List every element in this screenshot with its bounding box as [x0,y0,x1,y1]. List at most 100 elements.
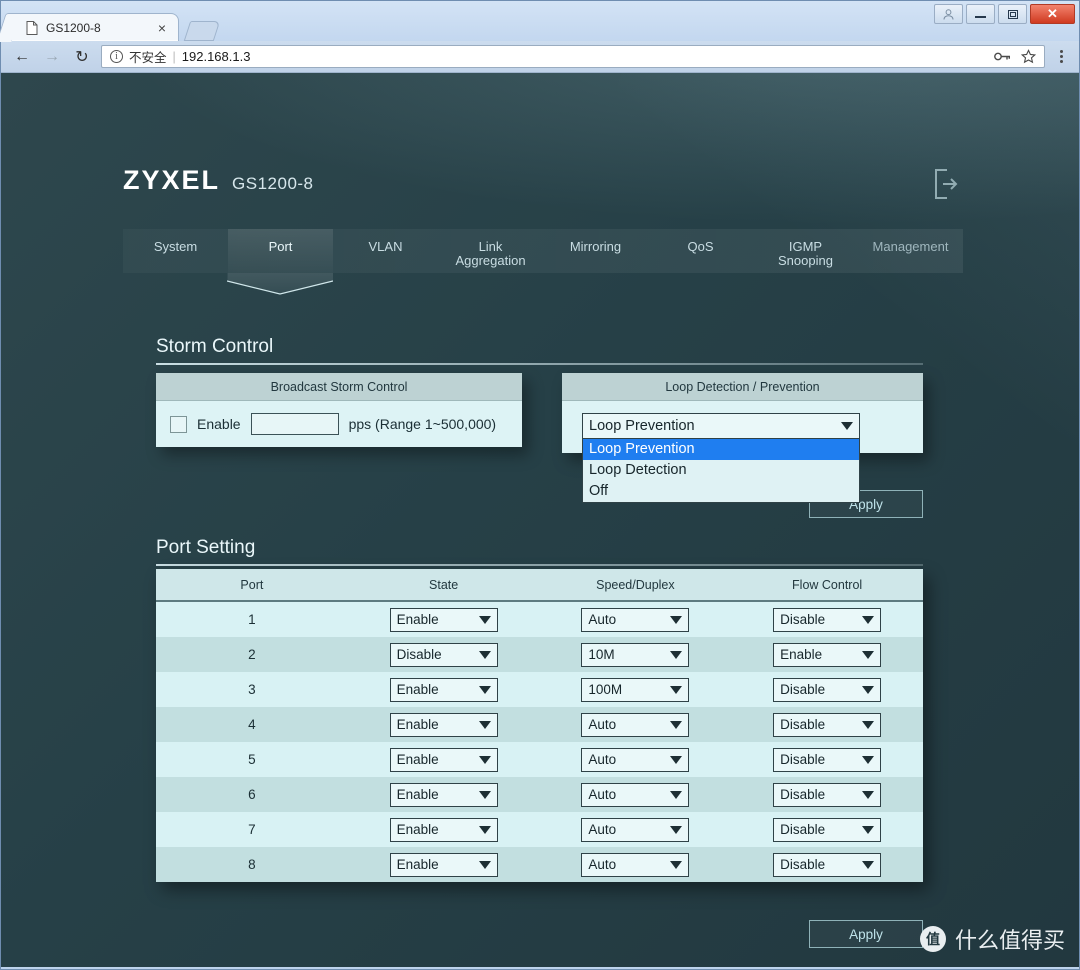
table-row: 5 Enable Auto Disable [156,742,923,777]
back-button[interactable]: ← [11,46,33,68]
port-state-select[interactable]: Disable [389,642,498,667]
maximize-button[interactable] [998,4,1027,24]
port-state-select[interactable]: Enable [389,677,498,702]
broadcast-pps-range-label: pps (Range 1~500,000) [348,416,497,432]
tab-title: GS1200-8 [46,20,101,35]
loop-mode-option-loop-detection[interactable]: Loop Detection [583,460,859,481]
loop-mode-option-off[interactable]: Off [583,481,859,502]
port-setting-table: Port State Speed/Duplex Flow Control 1 E… [156,569,923,882]
chevron-down-icon [670,720,683,729]
info-icon[interactable]: i [110,50,123,63]
broadcast-storm-control-panel: Broadcast Storm Control Enable pps (Rang… [156,373,522,447]
port-flow-select[interactable]: Disable [773,817,882,842]
url-text[interactable]: 192.168.1.3 [182,49,251,64]
port-state-select[interactable]: Enable [389,782,498,807]
security-warning-label: 不安全 [129,51,167,65]
port-flow-value: Disable [780,612,826,627]
watermark-badge: 值 [919,926,946,952]
chevron-down-icon [670,685,683,694]
key-icon[interactable] [994,50,1011,63]
nav-tab-mirroring[interactable]: Mirroring [543,229,648,273]
port-speed-select[interactable]: Auto [581,712,690,737]
port-speed-select[interactable]: Auto [581,747,690,772]
nav-tab-vlan[interactable]: VLAN [333,229,438,273]
new-tab-button[interactable] [183,21,221,41]
browser-window: GS1200-8 × ✕ ← → ↻ i 不安全 | 192.168.1.3 Z… [0,0,1080,970]
port-flow-select[interactable]: Disable [773,852,882,877]
chevron-down-icon [862,825,875,834]
broadcast-enable-checkbox[interactable] [170,415,187,433]
port-number: 2 [248,647,256,662]
port-flow-value: Enable [780,647,823,662]
nav-tab-system[interactable]: System [123,229,228,273]
port-state-select[interactable]: Enable [389,817,498,842]
table-row: 7 Enable Auto Disable [156,812,923,847]
nav-tab-port[interactable]: Port [227,229,333,295]
address-bar[interactable]: i 不安全 | 192.168.1.3 [101,45,1045,68]
table-row: 4 Enable Auto Disable [156,707,923,742]
port-speed-select[interactable]: 100M [581,677,690,702]
chevron-down-icon [478,825,491,834]
minimize-button[interactable] [966,4,995,24]
port-flow-select[interactable]: Disable [773,747,882,772]
browser-menu-button[interactable] [1053,50,1069,63]
tab-close-icon[interactable]: × [156,21,168,35]
port-state-select[interactable]: Enable [389,852,498,877]
device-model: GS1200-8 [232,174,314,193]
broadcast-pps-input[interactable] [250,413,339,435]
loop-mode-dropdown-list[interactable]: Loop Prevention Loop Detection Off [582,439,860,503]
minimize-icon [975,16,986,18]
port-flow-select[interactable]: Disable [773,782,882,807]
loop-mode-selected-value: Loop Prevention [589,418,695,434]
nav-tab-management[interactable]: Management [858,229,963,273]
close-window-button[interactable]: ✕ [1030,4,1075,24]
tab-strip: GS1200-8 × [11,13,221,41]
reload-button[interactable]: ↻ [71,46,93,68]
chevron-down-icon [478,860,491,869]
nav-tab-label-line1: IGMP [788,239,823,254]
port-state-value: Enable [396,682,439,697]
storm-control-title: Storm Control [156,336,274,357]
port-speed-select[interactable]: Auto [581,782,690,807]
nav-tab-link-aggregation[interactable]: Link Aggregation [438,229,543,273]
port-number: 7 [248,822,256,837]
port-speed-select[interactable]: Auto [581,852,690,877]
brand-logo: ZYXEL GS1200-8 [123,165,314,196]
device-web-ui: ZYXEL GS1200-8 System Port VLAN Link Agg… [1,73,1079,967]
nav-tab-qos[interactable]: QoS [648,229,753,273]
nav-tab-label: Management [872,239,949,254]
port-speed-select[interactable]: Auto [581,607,690,632]
nav-tab-igmp-snooping[interactable]: IGMP Snooping [753,229,858,273]
port-flow-select[interactable]: Enable [773,642,882,667]
user-profile-button[interactable] [934,4,963,24]
star-icon[interactable] [1021,49,1036,64]
port-setting-apply-button[interactable]: Apply [809,920,923,948]
loop-mode-option-loop-prevention[interactable]: Loop Prevention [583,439,859,460]
port-state-select[interactable]: Enable [389,607,498,632]
broadcast-enable-label: Enable [197,416,241,432]
port-state-value: Enable [396,717,439,732]
column-header-port: Port [240,578,264,592]
port-speed-value: Auto [588,612,617,627]
port-flow-select[interactable]: Disable [773,712,882,737]
port-state-select[interactable]: Enable [389,712,498,737]
logout-icon[interactable] [933,168,959,205]
port-speed-select[interactable]: 10M [581,642,690,667]
port-flow-select[interactable]: Disable [773,607,882,632]
port-state-select[interactable]: Enable [389,747,498,772]
port-speed-value: 100M [588,682,623,697]
main-nav: System Port VLAN Link Aggregation Mirror… [123,229,963,295]
browser-tab[interactable]: GS1200-8 × [11,13,179,41]
forward-button[interactable]: → [41,46,63,68]
watermark: 值 什么值得买 [919,923,1065,955]
chevron-down-icon [862,790,875,799]
port-state-value: Disable [396,647,442,662]
loop-mode-select[interactable]: Loop Prevention [582,413,860,439]
table-row: 2 Disable 10M Enable [156,637,923,672]
port-flow-select[interactable]: Disable [773,677,882,702]
chevron-down-icon [478,755,491,764]
browser-toolbar: ← → ↻ i 不安全 | 192.168.1.3 [1,41,1079,73]
page-icon [26,20,38,35]
port-flow-value: Disable [780,857,826,872]
port-speed-select[interactable]: Auto [581,817,690,842]
